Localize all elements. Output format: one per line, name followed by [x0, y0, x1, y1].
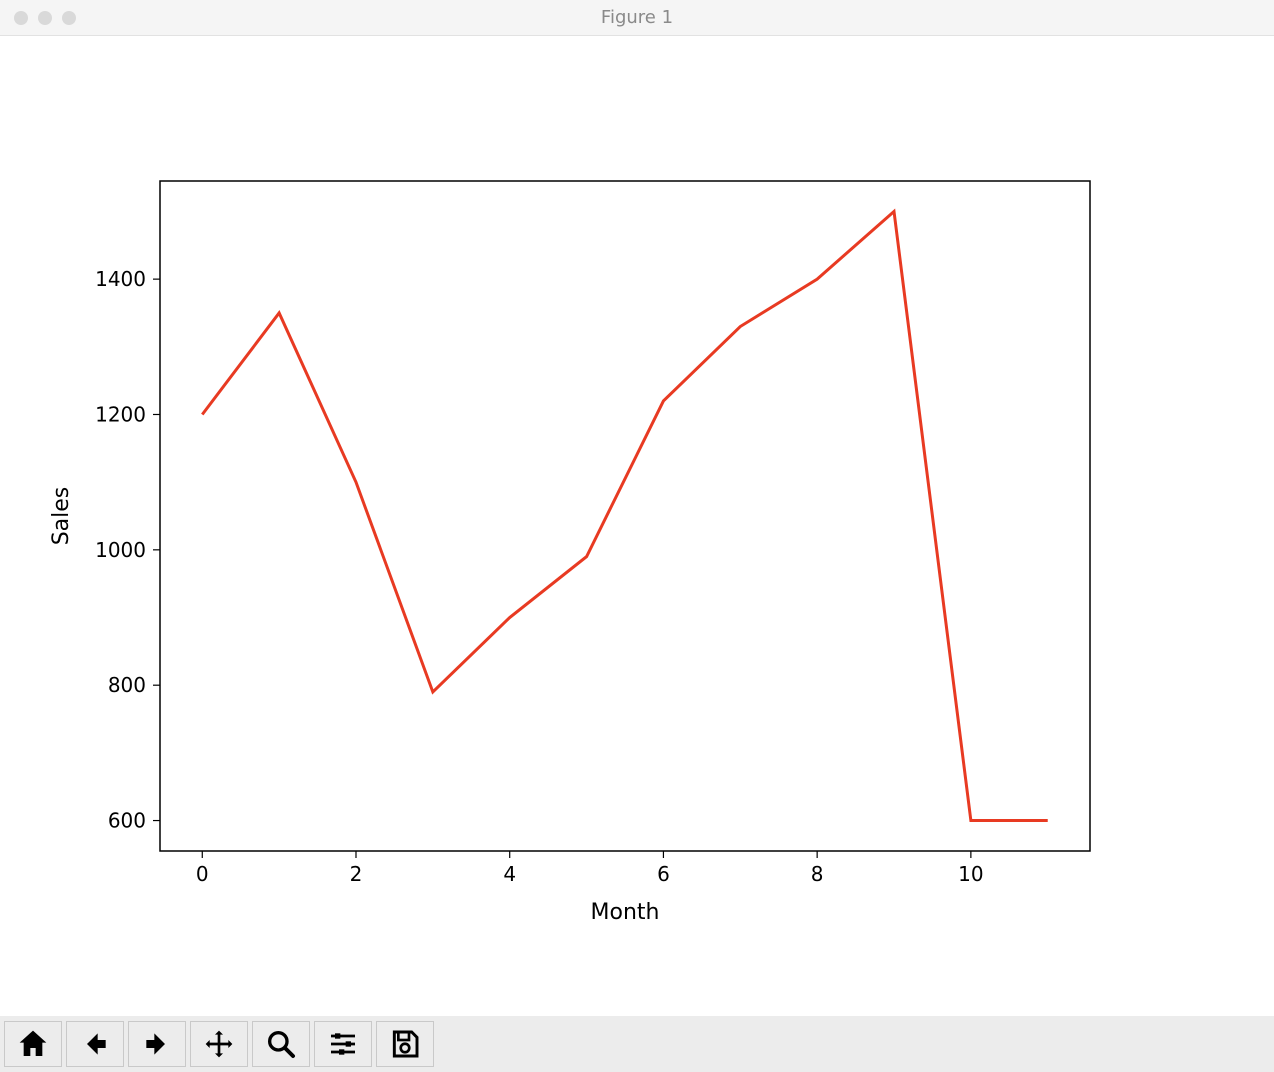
- home-icon: [17, 1028, 49, 1060]
- configure-button[interactable]: [314, 1021, 372, 1067]
- x-tick-label: 6: [657, 862, 670, 886]
- x-tick-label: 4: [503, 862, 516, 886]
- window-title: Figure 1: [0, 7, 1274, 28]
- maximize-window-icon[interactable]: [62, 11, 76, 25]
- magnifier-icon: [265, 1028, 297, 1060]
- back-button[interactable]: [66, 1021, 124, 1067]
- arrow-right-icon: [141, 1028, 173, 1060]
- save-icon: [389, 1028, 421, 1060]
- sliders-icon: [327, 1028, 359, 1060]
- close-window-icon[interactable]: [14, 11, 28, 25]
- forward-button[interactable]: [128, 1021, 186, 1067]
- matplotlib-toolbar: [0, 1016, 1274, 1072]
- pan-button[interactable]: [190, 1021, 248, 1067]
- y-tick-label: 1400: [95, 267, 146, 291]
- zoom-button[interactable]: [252, 1021, 310, 1067]
- x-tick-label: 2: [350, 862, 363, 886]
- arrow-left-icon: [79, 1028, 111, 1060]
- y-tick-label: 1000: [95, 538, 146, 562]
- x-tick-label: 0: [196, 862, 209, 886]
- y-tick-label: 1200: [95, 402, 146, 426]
- y-axis-label: Sales: [49, 487, 74, 546]
- x-tick-label: 10: [958, 862, 983, 886]
- move-icon: [203, 1028, 235, 1060]
- x-axis-label: Month: [591, 900, 660, 925]
- axes-frame: [160, 181, 1090, 851]
- chart-canvas: 0 2 4 6 8 10 600 800 1000 1200 1400 Month Sales: [0, 36, 1274, 1016]
- y-tick-label: 800: [108, 673, 146, 697]
- minimize-window-icon[interactable]: [38, 11, 52, 25]
- x-tick-label: 8: [811, 862, 824, 886]
- window-controls: [0, 11, 76, 25]
- titlebar: Figure 1: [0, 0, 1274, 36]
- save-button[interactable]: [376, 1021, 434, 1067]
- y-tick-label: 600: [108, 809, 146, 833]
- figure-window: Figure 1 0 2 4 6 8 10 600 800 1000 1200 1400 Month S…: [0, 0, 1274, 1072]
- plot-area: 0 2 4 6 8 10 600 800 1000 1200 1400 Month Sales: [0, 36, 1274, 1016]
- data-line: [202, 211, 1047, 820]
- home-button[interactable]: [4, 1021, 62, 1067]
